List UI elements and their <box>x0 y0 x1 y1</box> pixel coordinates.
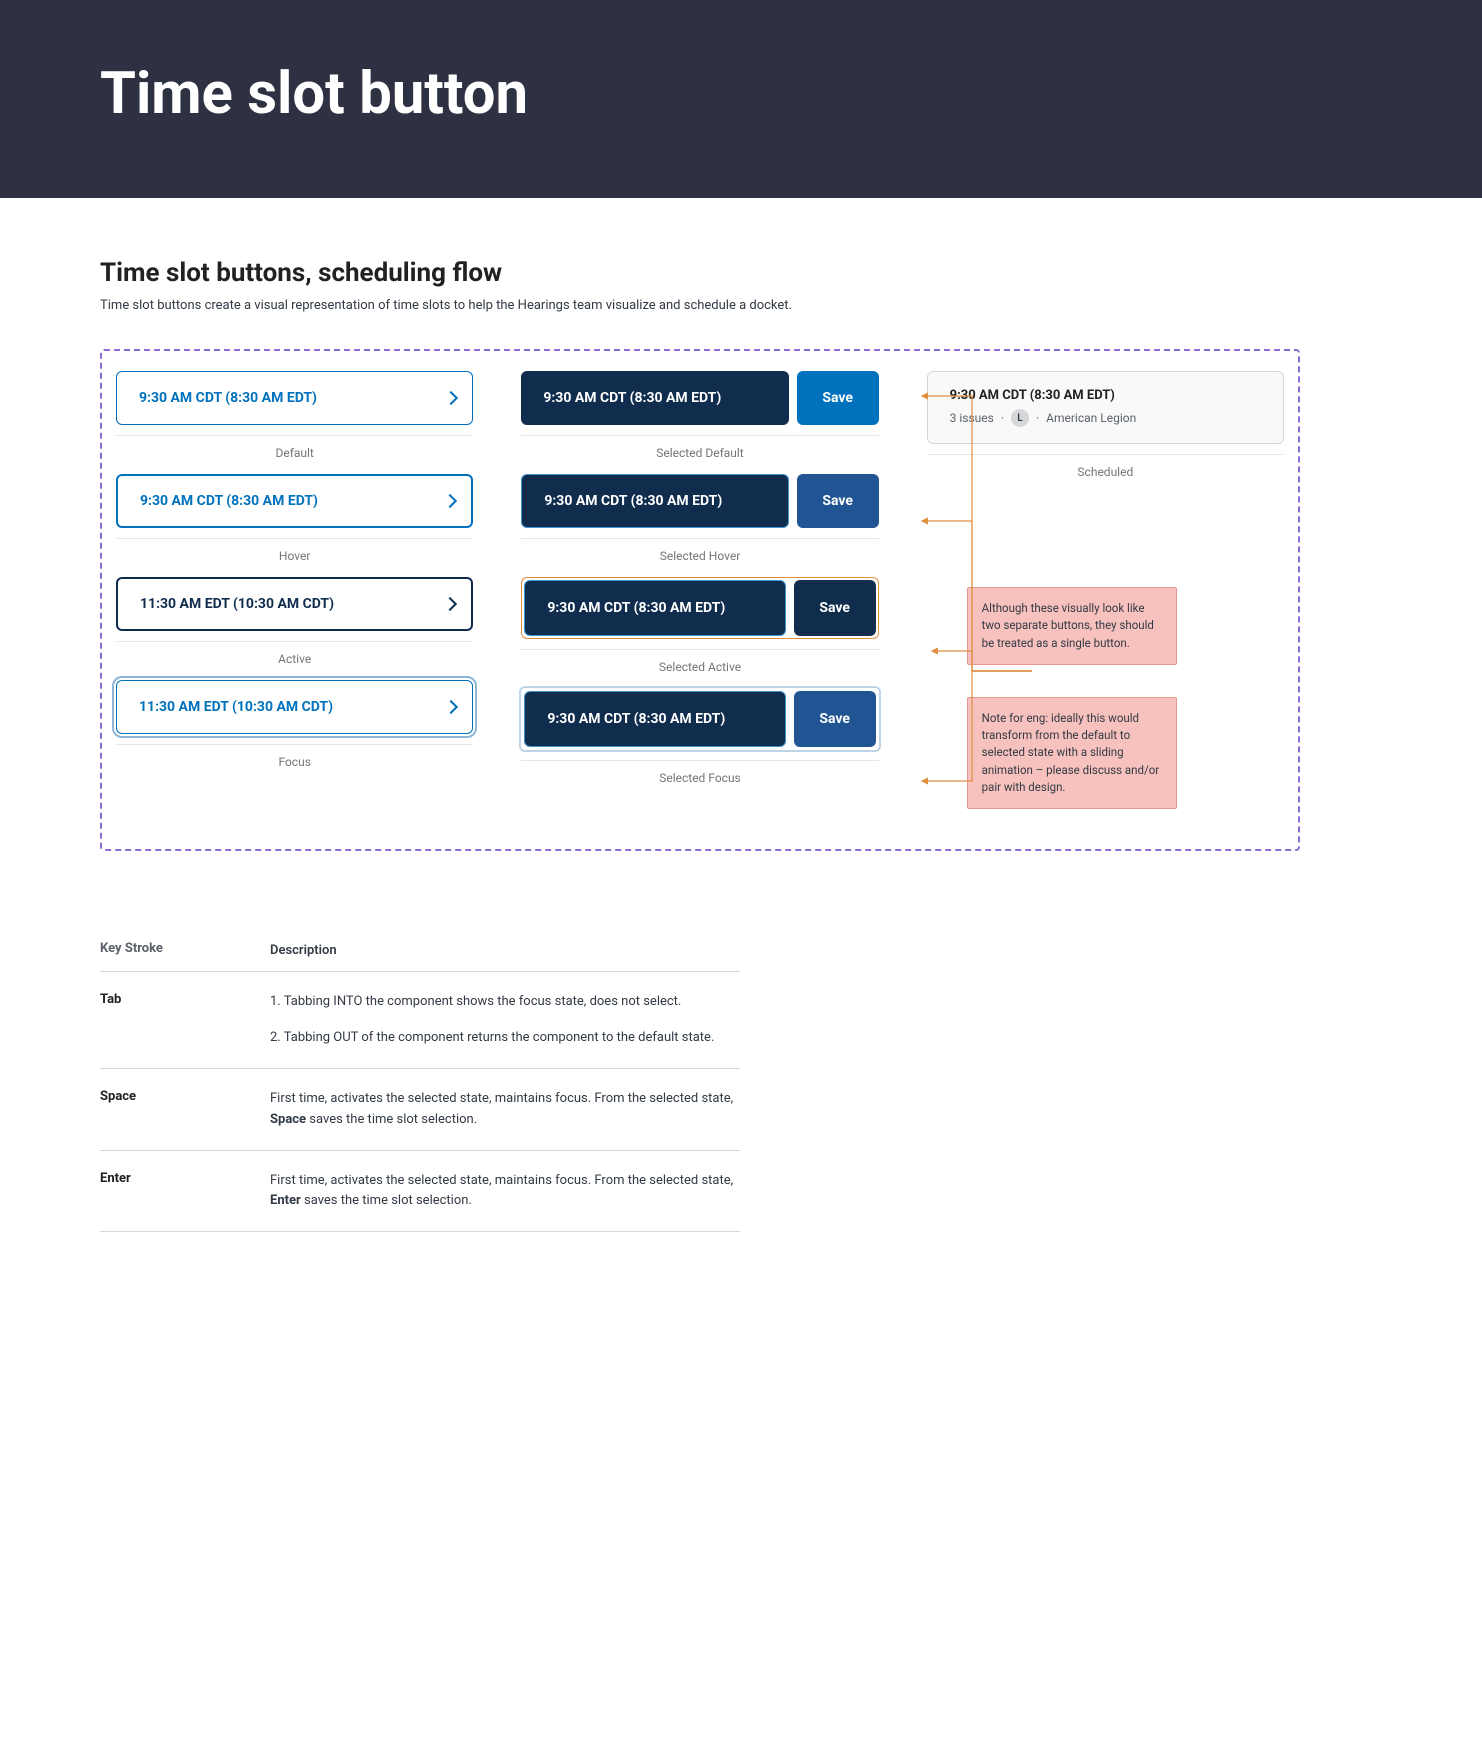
divider <box>521 649 878 650</box>
timeslot-button-hover[interactable]: 9:30 AM CDT (8:30 AM EDT) <box>116 474 473 528</box>
issue-count: 3 issues <box>950 411 994 425</box>
table-row: Enter First time, activates the selected… <box>100 1151 740 1232</box>
scheduled-column: 9:30 AM CDT (8:30 AM EDT) 3 issues · L ·… <box>927 371 1284 809</box>
timeslot-selected-focus[interactable]: 9:30 AM CDT (8:30 AM EDT) Save <box>521 688 878 750</box>
divider <box>116 538 473 539</box>
timeslot-button-active[interactable]: 11:30 AM EDT (10:30 AM CDT) <box>116 577 473 631</box>
state-label: Focus <box>116 755 473 769</box>
timeslot-label: 9:30 AM CDT (8:30 AM EDT) <box>140 493 318 509</box>
col-key: Key Stroke <box>100 941 270 961</box>
save-button[interactable]: Save <box>794 691 876 747</box>
section-title: Time slot buttons, scheduling flow <box>100 258 1300 288</box>
key-name: Tab <box>100 992 270 1048</box>
design-note: Note for eng: ideally this would transfo… <box>967 697 1177 809</box>
unselected-column: 9:30 AM CDT (8:30 AM EDT) Default 9:30 A… <box>116 371 473 809</box>
design-note: Although these visually look like two se… <box>967 587 1177 665</box>
scheduled-meta: 3 issues · L · American Legion <box>950 409 1261 427</box>
rep-name: American Legion <box>1046 411 1136 425</box>
page-title: Time slot button <box>100 60 1482 128</box>
divider <box>116 744 473 745</box>
chevron-right-icon <box>443 597 457 611</box>
state-label: Hover <box>116 549 473 563</box>
timeslot-label: 11:30 AM EDT (10:30 AM CDT) <box>140 596 334 612</box>
selected-column: 9:30 AM CDT (8:30 AM EDT) Save Selected … <box>521 371 878 809</box>
rep-badge: L <box>1011 409 1029 427</box>
table-row: Space First time, activates the selected… <box>100 1069 740 1150</box>
keystroke-table: Key Stroke Description Tab 1. Tabbing IN… <box>100 941 740 1232</box>
state-label: Selected Default <box>521 446 878 460</box>
timeslot-scheduled-card: 9:30 AM CDT (8:30 AM EDT) 3 issues · L ·… <box>927 371 1284 444</box>
timeslot-main: 9:30 AM CDT (8:30 AM EDT) <box>524 580 785 636</box>
state-label: Scheduled <box>927 465 1284 479</box>
key-desc: First time, activates the selected state… <box>270 1089 740 1129</box>
state-label: Selected Focus <box>521 771 878 785</box>
key-desc: 1. Tabbing INTO the component shows the … <box>270 992 740 1048</box>
hero-banner: Time slot button <box>0 0 1482 198</box>
state-label: Active <box>116 652 473 666</box>
divider <box>116 435 473 436</box>
timeslot-label: 11:30 AM EDT (10:30 AM CDT) <box>139 699 333 715</box>
state-label: Selected Active <box>521 660 878 674</box>
chevron-right-icon <box>444 700 458 714</box>
spec-container: 9:30 AM CDT (8:30 AM EDT) Default 9:30 A… <box>100 349 1300 851</box>
scheduled-time: 9:30 AM CDT (8:30 AM EDT) <box>950 388 1261 403</box>
timeslot-button-default[interactable]: 9:30 AM CDT (8:30 AM EDT) <box>116 371 473 425</box>
timeslot-main: 9:30 AM CDT (8:30 AM EDT) <box>524 691 785 747</box>
save-button[interactable]: Save <box>797 474 879 528</box>
timeslot-button-focus[interactable]: 11:30 AM EDT (10:30 AM CDT) <box>116 680 473 734</box>
save-button[interactable]: Save <box>797 371 879 425</box>
divider <box>521 538 878 539</box>
divider <box>116 641 473 642</box>
timeslot-selected-hover[interactable]: 9:30 AM CDT (8:30 AM EDT) Save <box>521 474 878 528</box>
key-name: Enter <box>100 1171 270 1211</box>
chevron-right-icon <box>444 391 458 405</box>
divider <box>521 760 878 761</box>
state-label: Selected Hover <box>521 549 878 563</box>
table-row: Tab 1. Tabbing INTO the component shows … <box>100 972 740 1069</box>
chevron-right-icon <box>443 494 457 508</box>
timeslot-main: 9:30 AM CDT (8:30 AM EDT) <box>521 371 788 425</box>
col-desc: Description <box>270 941 740 961</box>
timeslot-selected-default[interactable]: 9:30 AM CDT (8:30 AM EDT) Save <box>521 371 878 425</box>
section-desc: Time slot buttons create a visual repres… <box>100 298 1300 313</box>
save-button[interactable]: Save <box>794 580 876 636</box>
key-name: Space <box>100 1089 270 1129</box>
state-label: Default <box>116 446 473 460</box>
timeslot-main: 9:30 AM CDT (8:30 AM EDT) <box>521 474 788 528</box>
divider <box>927 454 1284 455</box>
key-desc: First time, activates the selected state… <box>270 1171 740 1211</box>
divider <box>521 435 878 436</box>
timeslot-selected-active[interactable]: 9:30 AM CDT (8:30 AM EDT) Save <box>521 577 878 639</box>
timeslot-label: 9:30 AM CDT (8:30 AM EDT) <box>139 390 317 406</box>
table-header: Key Stroke Description <box>100 941 740 972</box>
